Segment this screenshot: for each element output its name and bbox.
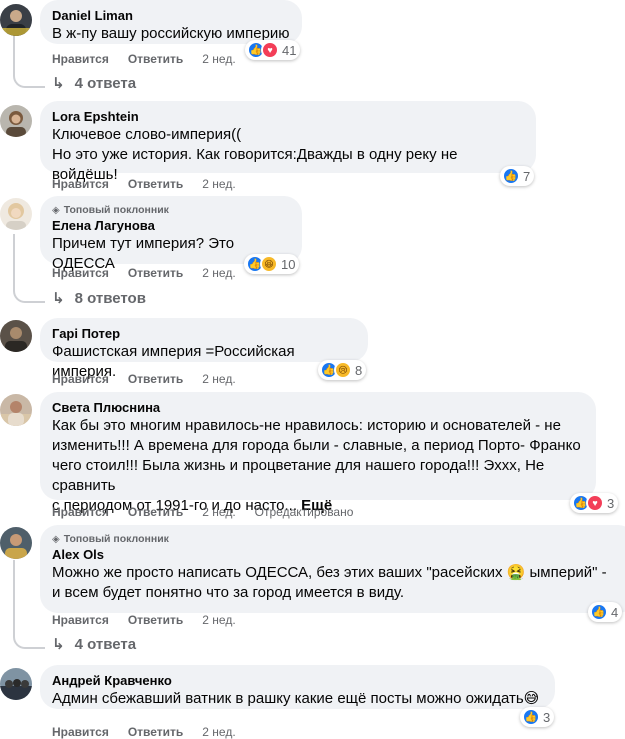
avatar[interactable]	[0, 198, 32, 230]
thread-line	[13, 36, 15, 72]
like-button[interactable]: Нравится	[52, 51, 109, 67]
like-button[interactable]: Нравится	[52, 176, 109, 192]
comment-bubble: Света Плюснина Как бы это многим нравило…	[40, 392, 596, 514]
love-reaction-icon: ♥	[586, 494, 604, 512]
reactions-summary[interactable]: 👍 3	[520, 707, 555, 727]
reactions-summary[interactable]: 👍 ♥ 3	[570, 493, 619, 513]
avatar[interactable]	[0, 320, 32, 352]
reply-button[interactable]: Ответить	[128, 612, 183, 628]
diamond-icon: ◈	[52, 205, 60, 216]
thread-elbow	[13, 287, 45, 303]
diamond-icon: ◈	[52, 534, 60, 545]
avatar[interactable]	[0, 4, 32, 36]
haha-reaction-icon: 😆	[260, 255, 278, 273]
reaction-count: 41	[282, 42, 297, 58]
edited-label: Отредактировано	[254, 505, 354, 519]
commenter-name[interactable]: Елена Лагунова	[52, 218, 290, 234]
reaction-count: 8	[355, 362, 363, 378]
reply-button[interactable]: Ответить	[128, 265, 183, 281]
view-replies-button[interactable]: ↳ 4 ответа	[52, 74, 137, 93]
like-button[interactable]: Нравится	[52, 504, 109, 520]
like-reaction-icon: 👍	[502, 167, 520, 185]
avatar[interactable]	[0, 105, 32, 137]
comment-text: Админ сбежавший ватник в рашку какие ещё…	[52, 690, 540, 707]
commenter-name[interactable]: Lora Epshtein	[52, 109, 524, 125]
reaction-count: 4	[611, 604, 619, 620]
top-fan-badge[interactable]: ◈ Топовый поклонник	[52, 204, 290, 217]
like-reaction-icon: 👍	[522, 708, 540, 726]
timestamp[interactable]: 2 нед.	[202, 504, 235, 520]
comment-bubble: Гарі Потер Фашистская империя =Российска…	[40, 318, 368, 380]
view-replies-button[interactable]: ↳ 4 ответа	[52, 635, 137, 654]
like-button[interactable]: Нравится	[52, 265, 109, 281]
reply-button[interactable]: Ответить	[128, 371, 183, 387]
comment-bubble: Lora Epshtein Ключевое слово-империя(( Н…	[40, 101, 536, 183]
reply-arrow-icon: ↳	[52, 636, 65, 653]
comment-bubble: Daniel Liman В ж-пу вашу российскую импе…	[40, 0, 302, 44]
like-button[interactable]: Нравится	[52, 371, 109, 387]
comment-actions: Нравится Ответить 2 нед.	[52, 51, 255, 67]
reply-button[interactable]: Ответить	[128, 51, 183, 67]
badge-label: Топовый поклонник	[63, 204, 169, 216]
avatar[interactable]	[0, 394, 32, 426]
replies-count: 4 ответа	[74, 74, 137, 92]
reply-button[interactable]: Ответить	[128, 504, 183, 520]
commenter-name[interactable]: Гарі Потер	[52, 326, 356, 342]
comment-actions: Нравится Ответить 2 нед.	[52, 724, 255, 739]
timestamp[interactable]: 2 нед.	[202, 371, 235, 387]
reactions-summary[interactable]: 👍 7	[500, 166, 535, 186]
comment-actions: Нравится Ответить 2 нед. Отредактировано	[52, 504, 353, 520]
avatar[interactable]	[0, 527, 32, 559]
thread-line	[13, 560, 15, 633]
top-fan-badge[interactable]: ◈ Топовый поклонник	[52, 533, 624, 546]
timestamp[interactable]: 2 нед.	[202, 176, 235, 192]
badge-label: Топовый поклонник	[63, 533, 169, 545]
comment-actions: Нравится Ответить 2 нед.	[52, 612, 255, 628]
thread-elbow	[13, 72, 45, 88]
reactions-summary[interactable]: 👍 😢 8	[318, 360, 367, 380]
replies-count: 8 ответов	[74, 289, 146, 307]
reply-button[interactable]: Ответить	[128, 176, 183, 192]
reply-arrow-icon: ↳	[52, 290, 65, 307]
comment-text: Как бы это многим нравилось-не нравилось…	[52, 416, 584, 516]
comment-actions: Нравится Ответить 2 нед.	[52, 371, 255, 387]
love-reaction-icon: ♥	[261, 41, 279, 59]
view-replies-button[interactable]: ↳ 8 ответов	[52, 289, 146, 308]
reply-arrow-icon: ↳	[52, 75, 65, 92]
like-reaction-icon: 👍	[590, 603, 608, 621]
reaction-count: 3	[543, 709, 551, 725]
commenter-name[interactable]: Света Плюснина	[52, 400, 584, 416]
commenter-name[interactable]: Андрей Кравченко	[52, 673, 543, 689]
comment-actions: Нравится Ответить 2 нед.	[52, 176, 255, 192]
sad-reaction-icon: 😢	[334, 361, 352, 379]
reaction-count: 10	[281, 256, 296, 272]
avatar[interactable]	[0, 668, 32, 700]
comment-bubble: Андрей Кравченко Админ сбежавший ватник …	[40, 665, 555, 709]
timestamp[interactable]: 2 нед.	[202, 51, 235, 67]
timestamp[interactable]: 2 нед.	[202, 612, 235, 628]
comment-bubble: ◈ Топовый поклонник Alex Ols Можно же пр…	[40, 525, 625, 613]
like-button[interactable]: Нравится	[52, 612, 109, 628]
timestamp[interactable]: 2 нед.	[202, 724, 235, 739]
replies-count: 4 ответа	[74, 635, 137, 653]
reply-button[interactable]: Ответить	[128, 724, 183, 739]
commenter-name[interactable]: Alex Ols	[52, 547, 624, 563]
like-button[interactable]: Нравится	[52, 724, 109, 739]
timestamp[interactable]: 2 нед.	[202, 265, 235, 281]
reaction-count: 3	[607, 495, 615, 511]
reactions-summary[interactable]: 👍 4	[588, 602, 623, 622]
commenter-name[interactable]: Daniel Liman	[52, 8, 290, 24]
thread-elbow	[13, 633, 45, 649]
comment-text: Можно же просто написать ОДЕССА, без эти…	[52, 564, 607, 601]
comment-actions: Нравится Ответить 2 нед.	[52, 265, 255, 281]
reaction-count: 7	[523, 168, 531, 184]
thread-line	[13, 234, 15, 287]
